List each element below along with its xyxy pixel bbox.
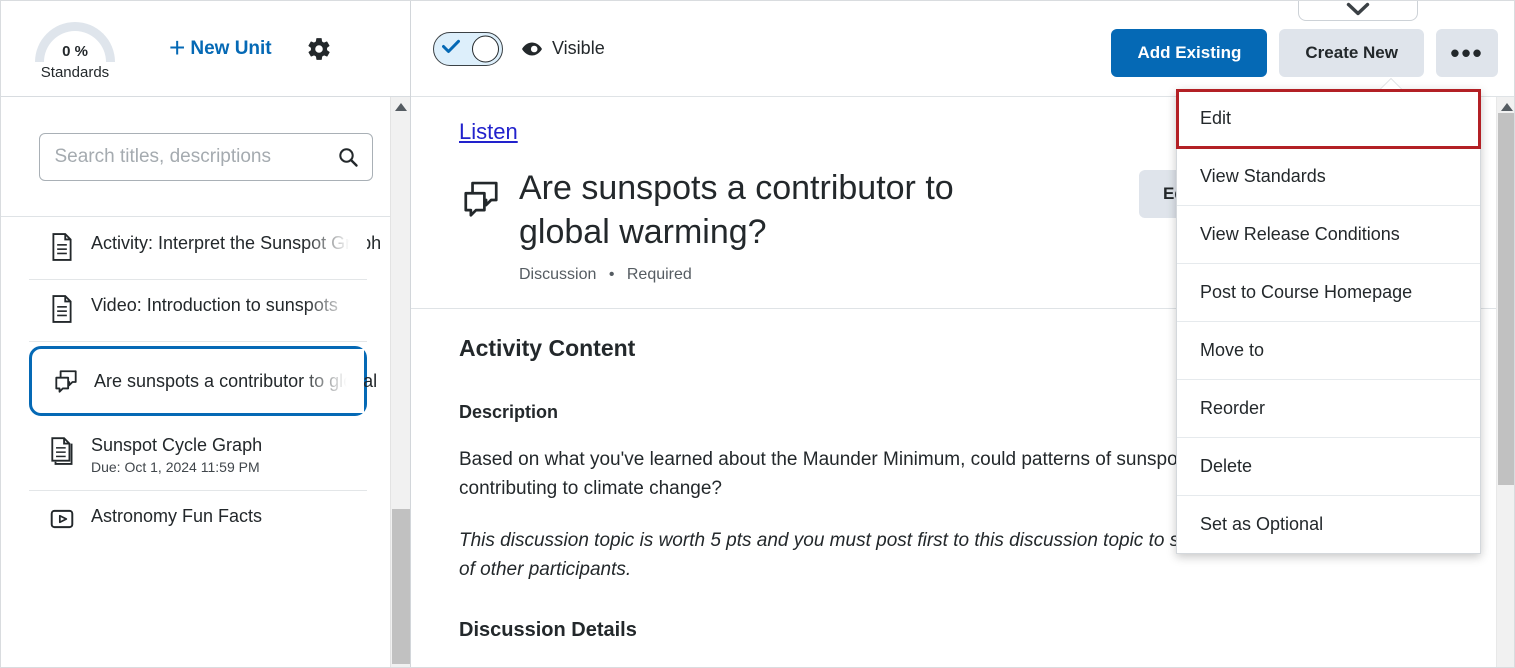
description-paragraph: Based on what you've learned about the M… [459, 449, 1273, 500]
sidebar-search-area [1, 97, 410, 217]
video-icon [49, 504, 79, 532]
toggle-knob [472, 35, 499, 62]
list-item[interactable]: Astronomy Fun Facts [29, 490, 367, 553]
new-unit-label: New Unit [190, 37, 272, 59]
collapse-chevron-button[interactable] [1298, 1, 1418, 21]
assignment-icon [49, 433, 79, 465]
search-input[interactable] [39, 145, 310, 168]
menu-item-edit[interactable]: Edit [1176, 89, 1481, 149]
discussion-icon [52, 367, 82, 395]
standards-gauge-percent: 0 % [62, 43, 88, 60]
list-item-label: Video: Introduction to sunspots [91, 295, 338, 315]
activity-toolbar: Visible Add Existing Create New ••• [411, 1, 1514, 97]
toolbar-action-buttons: Add Existing Create New ••• [1111, 29, 1498, 77]
scroll-up-arrow-icon[interactable] [394, 99, 408, 117]
page-title: Are sunspots a contributor to global war… [519, 169, 954, 251]
listen-link[interactable]: Listen [459, 119, 518, 145]
create-new-button[interactable]: Create New [1279, 29, 1424, 77]
list-item-due-date: Due: Oct 1, 2024 11:59 PM [91, 458, 260, 475]
list-item-label: Astronomy Fun Facts [91, 505, 263, 526]
menu-item-set-as-optional[interactable]: Set as Optional [1177, 496, 1480, 553]
activity-type-label: Discussion [519, 266, 597, 284]
sidebar-scrollbar-thumb[interactable] [392, 509, 410, 664]
unit-navigation-sidebar: 0 % Standards + New Unit Search titles, … [1, 1, 411, 667]
main-scrollbar[interactable] [1496, 97, 1514, 667]
menu-item-view-release-conditions[interactable]: View Release Conditions [1177, 206, 1480, 264]
menu-item-reorder[interactable]: Reorder [1177, 380, 1480, 438]
discussion-icon [459, 179, 503, 226]
visibility-toggle[interactable] [433, 31, 503, 66]
sidebar-header: 0 % Standards + New Unit [1, 1, 410, 97]
dropdown-caret [1380, 79, 1402, 90]
list-item[interactable]: Sunspot Cycle Graph Due: Oct 1, 2024 11:… [29, 420, 367, 491]
text-fade-mask [305, 420, 367, 490]
application-window: 0 % Standards + New Unit Search titles, … [0, 0, 1515, 668]
text-fade-mask [305, 490, 367, 553]
plus-icon: + [169, 31, 186, 63]
menu-item-view-standards[interactable]: View Standards [1177, 148, 1480, 206]
list-item-title: Sunspot Cycle Graph [91, 435, 263, 455]
activity-title-block: Are sunspots a contributor to global war… [519, 167, 1039, 284]
main-scrollbar-thumb[interactable] [1498, 113, 1514, 485]
list-item-label: Activity: Interpret the Sunspot Graph [91, 233, 382, 253]
list-item[interactable]: Activity: Interpret the Sunspot Graph [29, 218, 381, 280]
more-actions-dropdown-menu: Edit View Standards View Release Conditi… [1176, 79, 1481, 554]
list-item-label: Sunspot Cycle Graph Due: Oct 1, 2024 11:… [91, 433, 262, 477]
unit-item-list[interactable]: Activity: Interpret the Sunspot Graph Vi… [1, 218, 389, 667]
search-icon[interactable] [336, 145, 360, 169]
settings-button[interactable] [306, 36, 332, 62]
document-icon [49, 231, 79, 261]
more-actions-button[interactable]: ••• [1436, 29, 1498, 77]
search-box[interactable] [38, 132, 373, 181]
document-icon [49, 293, 79, 323]
eye-icon [521, 41, 543, 57]
visibility-control-group: Visible [433, 31, 605, 66]
checkmark-icon [442, 39, 460, 58]
standards-gauge-label: Standards [40, 64, 110, 81]
discussion-details-heading: Discussion Details [459, 618, 637, 641]
sidebar-scrollbar[interactable] [390, 97, 410, 667]
list-item-selected[interactable]: Are sunspots a contributor to global [29, 346, 377, 416]
menu-item-post-to-course-homepage[interactable]: Post to Course Homepage [1177, 264, 1480, 322]
list-item[interactable]: Video: Introduction to sunspots [29, 280, 367, 342]
activity-meta: Discussion • Required [519, 266, 1039, 284]
list-item-label: Are sunspots a contributor to global [94, 370, 378, 391]
visibility-label: Visible [552, 38, 605, 58]
gear-icon [308, 37, 330, 60]
standards-gauge: 0 % Standards [19, 16, 131, 82]
menu-item-delete[interactable]: Delete [1177, 438, 1480, 496]
chevron-down-icon [1346, 2, 1370, 16]
description-note: This discussion topic is worth 5 pts and… [459, 529, 1283, 581]
add-existing-button[interactable]: Add Existing [1111, 29, 1268, 77]
activity-required-label: Required [626, 266, 692, 284]
menu-item-move-to[interactable]: Move to [1177, 322, 1480, 380]
meta-separator: • [608, 266, 615, 284]
new-unit-button[interactable]: + New Unit [169, 31, 272, 63]
